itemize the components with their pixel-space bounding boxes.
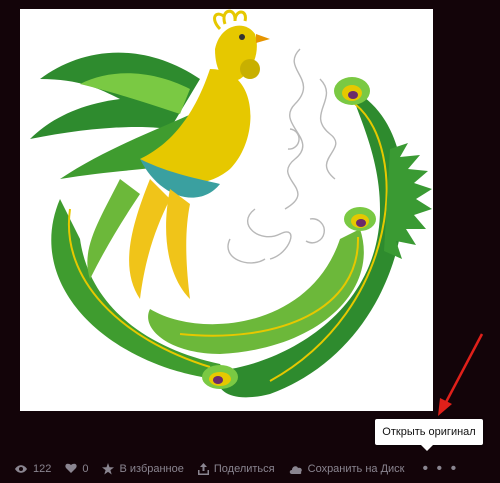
share-label: Поделиться [213,462,275,475]
share-button[interactable]: Поделиться [197,462,275,475]
save-to-disk-button[interactable]: Сохранить на Диск [289,463,405,475]
annotation-arrow [438,333,484,416]
open-original-tooltip: Открыть оригинал [375,419,483,451]
image-viewer: Открыть оригинал 122 0 В избранное Подел… [0,0,500,483]
more-menu-button[interactable]: • • • [422,459,459,477]
save-to-disk-label: Сохранить на Диск [307,462,405,475]
phoenix-illustration [30,9,432,398]
eye-icon [15,464,27,473]
image-toolbar: 122 0 В избранное Поделиться Сохранить н… [0,454,500,483]
favorite-button[interactable]: В избранное [102,462,184,475]
more-dots-icon: • • • [422,459,459,477]
like-button[interactable]: 0 [65,463,88,475]
phoenix-image[interactable] [20,9,433,411]
share-icon [197,462,209,475]
tooltip-text: Открыть оригинал [382,426,476,438]
cloud-icon [289,465,302,474]
heart-icon [65,463,77,473]
favorite-label: В избранное [119,462,184,475]
likes-count: 0 [82,462,89,475]
star-icon [102,462,115,474]
views-counter: 122 [14,463,51,475]
views-count: 122 [33,462,52,475]
